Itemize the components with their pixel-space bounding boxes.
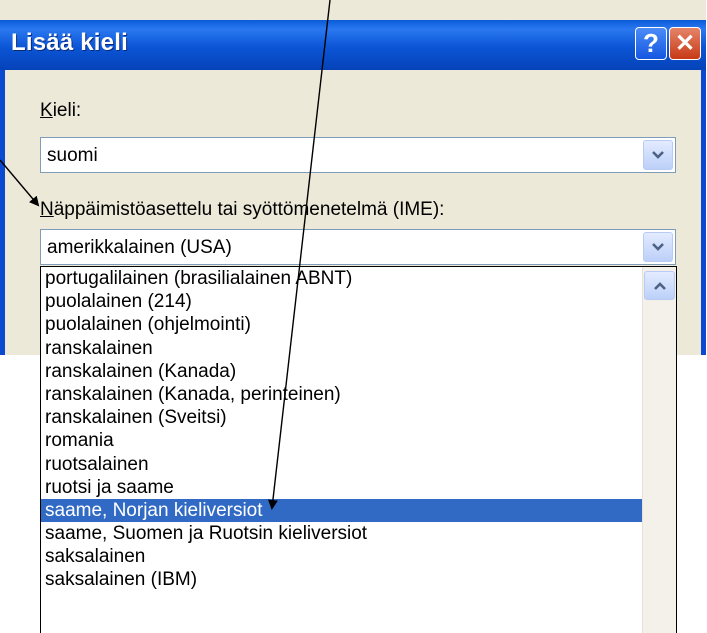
keyboard-dropdown-button[interactable]: [643, 232, 673, 262]
keyboard-layout-value: amerikkalainen (USA): [47, 237, 232, 258]
close-button[interactable]: ✕: [669, 27, 701, 60]
list-item[interactable]: romania: [41, 429, 642, 452]
keyboard-label-text: äppäimistöasettelu tai syöttömenetelmä (…: [53, 199, 445, 220]
list-item[interactable]: ranskalainen: [41, 337, 642, 360]
language-dropdown-button[interactable]: [643, 140, 673, 170]
window-frame-right: [701, 70, 706, 355]
list-item[interactable]: saame, Norjan kieliversiot: [41, 498, 642, 523]
language-label-text: ieli:: [52, 100, 82, 121]
list-item[interactable]: ranskalainen (Kanada, perinteinen): [41, 383, 642, 406]
help-button[interactable]: ?: [635, 27, 667, 60]
list-item[interactable]: saksalainen (IBM): [41, 568, 642, 591]
list-item[interactable]: puolalainen (ohjelmointi): [41, 313, 642, 336]
language-label-accelerator: K: [40, 100, 53, 121]
list-item[interactable]: saame, Suomen ja Ruotsin kieliversiot: [41, 522, 642, 545]
dropdown-scrollbar[interactable]: [642, 267, 676, 633]
chevron-down-icon: [652, 243, 664, 251]
list-item[interactable]: puolalainen (214): [41, 290, 642, 313]
list-item[interactable]: saksalainen: [41, 545, 642, 568]
keyboard-label-accelerator: N: [40, 199, 54, 220]
language-label: Kieli:: [40, 100, 81, 122]
window-frame-left: [0, 70, 5, 355]
keyboard-layout-label: Näppäimistöasettelu tai syöttömenetelmä …: [40, 199, 444, 221]
dialog-title: Lisää kieli: [11, 29, 128, 56]
keyboard-layout-combobox[interactable]: amerikkalainen (USA): [40, 229, 676, 265]
chevron-down-icon: [652, 151, 664, 159]
language-combobox-value: suomi: [47, 145, 98, 166]
list-item[interactable]: ranskalainen (Sveitsi): [41, 406, 642, 429]
close-icon: ✕: [674, 30, 696, 57]
list-item[interactable]: portugalilainen (brasilialainen ABNT): [41, 267, 642, 290]
scroll-up-button[interactable]: [644, 271, 675, 300]
keyboard-layout-dropdown-list[interactable]: portugalilainen (brasilialainen ABNT) puo…: [40, 266, 677, 633]
language-combobox[interactable]: suomi: [40, 137, 676, 173]
dropdown-items: portugalilainen (brasilialainen ABNT) puo…: [41, 267, 642, 592]
list-item[interactable]: ruotsalainen: [41, 453, 642, 476]
help-icon: ?: [643, 28, 659, 58]
list-item[interactable]: ranskalainen (Kanada): [41, 360, 642, 383]
list-item[interactable]: ruotsi ja saame: [41, 476, 642, 499]
chevron-up-icon: [653, 281, 666, 290]
